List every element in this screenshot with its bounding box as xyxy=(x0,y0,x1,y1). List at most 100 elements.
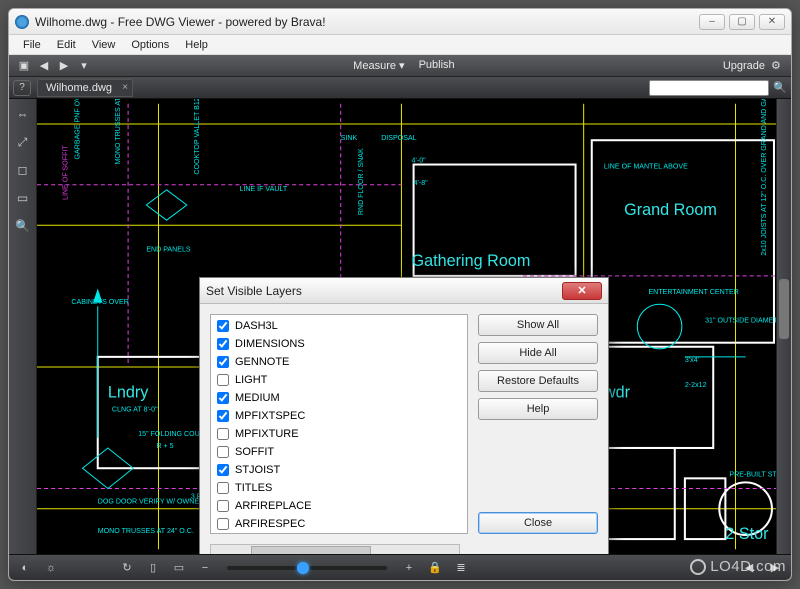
scrollbar-thumb[interactable] xyxy=(779,279,789,339)
svg-text:2x10 JOISTS AT 12" O.C. OVER G: 2x10 JOISTS AT 12" O.C. OVER GRAND AND G… xyxy=(760,99,768,256)
layer-checkbox[interactable] xyxy=(217,374,229,386)
layer-checkbox[interactable] xyxy=(217,518,229,530)
chevron-down-icon: ▾ xyxy=(399,60,405,72)
layer-checkbox[interactable] xyxy=(217,410,229,422)
close-button[interactable]: ✕ xyxy=(759,14,785,30)
svg-text:LINE OF SOFFIT: LINE OF SOFFIT xyxy=(61,145,69,200)
dropdown-icon[interactable]: ▾ xyxy=(75,58,93,74)
layer-label: SOFFIT xyxy=(235,446,274,458)
restore-defaults-button[interactable]: Restore Defaults xyxy=(478,370,598,392)
svg-text:CABINETS OVER: CABINETS OVER xyxy=(71,298,128,306)
layers-icon[interactable]: ≣ xyxy=(453,560,469,576)
zoom-in-icon[interactable]: + xyxy=(401,560,417,576)
svg-text:DOG DOOR VERIFY W/ OWNER: DOG DOOR VERIFY W/ OWNER xyxy=(98,498,204,506)
layer-row[interactable]: MPFIXTURE xyxy=(211,425,467,443)
pan-icon[interactable]: ⇔ xyxy=(14,105,32,123)
menu-view[interactable]: View xyxy=(84,37,124,53)
layer-row[interactable]: SOFFIT xyxy=(211,443,467,461)
layer-checkbox[interactable] xyxy=(217,464,229,476)
magnify-icon[interactable]: 🔍 xyxy=(14,217,32,235)
contrast-icon[interactable]: ◐ xyxy=(17,560,33,576)
hide-all-button[interactable]: Hide All xyxy=(478,342,598,364)
layers-listbox[interactable]: DASH3L DIMENSIONS GENNOTE LIGHTMEDIUM MPFIXT… xyxy=(210,314,468,534)
svg-text:DISPOSAL: DISPOSAL xyxy=(381,134,416,142)
layer-checkbox[interactable] xyxy=(217,338,229,350)
open-icon[interactable]: ▣ xyxy=(15,58,33,74)
layer-checkbox[interactable] xyxy=(217,320,229,332)
zoom-slider[interactable] xyxy=(227,566,387,570)
layer-checkbox[interactable] xyxy=(217,356,229,368)
dialog-title: Set Visible Layers xyxy=(206,284,562,298)
layer-checkbox[interactable] xyxy=(217,482,229,494)
region-icon[interactable]: ▭ xyxy=(14,189,32,207)
tab-close-icon[interactable]: × xyxy=(122,82,128,93)
zoom-slider-knob[interactable] xyxy=(297,562,309,574)
svg-text:LINE OF MANTEL ABOVE: LINE OF MANTEL ABOVE xyxy=(604,163,688,171)
dialog-help-button[interactable]: Help xyxy=(478,398,598,420)
svg-text:CLNG AT 8'-0": CLNG AT 8'-0" xyxy=(112,406,158,414)
close-dialog-button[interactable]: Close xyxy=(478,512,598,534)
gear-icon[interactable]: ⚙ xyxy=(771,59,785,73)
layer-checkbox[interactable] xyxy=(217,428,229,440)
svg-text:Lndry: Lndry xyxy=(108,383,149,401)
show-all-button[interactable]: Show All xyxy=(478,314,598,336)
svg-text:Gathering Room: Gathering Room xyxy=(412,252,531,270)
listbox-horizontal-scrollbar[interactable] xyxy=(210,544,460,554)
svg-text:GARBAGE PNF OVER: GARBAGE PNF OVER xyxy=(74,99,82,159)
zoom-out-icon[interactable]: − xyxy=(197,560,213,576)
search-input[interactable] xyxy=(649,80,769,96)
publish-button[interactable]: Publish xyxy=(419,59,455,72)
layer-row[interactable]: TITLES xyxy=(211,479,467,497)
svg-text:MONO TRUSSES AT 24" O.C.: MONO TRUSSES AT 24" O.C. xyxy=(98,527,194,535)
back-icon[interactable]: ◀ xyxy=(35,58,53,74)
menu-help[interactable]: Help xyxy=(177,37,216,53)
layer-checkbox[interactable] xyxy=(217,392,229,404)
forward-icon[interactable]: ▶ xyxy=(55,58,73,74)
layer-label: TITLES xyxy=(235,482,272,494)
brightness-icon[interactable]: ☼ xyxy=(43,560,59,576)
layer-row[interactable]: MPFIXTSPEC xyxy=(211,407,467,425)
layer-row[interactable]: ARFIREPLACE xyxy=(211,497,467,515)
minimize-button[interactable]: – xyxy=(699,14,725,30)
dialog-close-button[interactable]: ✕ xyxy=(562,282,602,300)
page-next-icon[interactable]: ▶ xyxy=(767,560,783,576)
layer-row[interactable]: STJOIST xyxy=(211,461,467,479)
fit-width-icon[interactable]: ▭ xyxy=(171,560,187,576)
select-icon[interactable]: ◻ xyxy=(14,161,32,179)
measure-button[interactable]: Measure ▾ xyxy=(353,59,404,72)
search-icon[interactable]: 🔍 xyxy=(773,81,787,95)
layer-row[interactable]: LIGHT xyxy=(211,371,467,389)
svg-text:LINE IF VAULT: LINE IF VAULT xyxy=(239,185,287,193)
page-prev-icon[interactable]: ◀ xyxy=(741,560,757,576)
lock-icon[interactable]: 🔒 xyxy=(427,560,443,576)
layer-label: GENNOTE xyxy=(235,356,289,368)
fit-page-icon[interactable]: ▯ xyxy=(145,560,161,576)
maximize-button[interactable]: ▢ xyxy=(729,14,755,30)
layer-row[interactable]: ARFIRESPEC xyxy=(211,515,467,533)
rotate-icon[interactable]: ↻ xyxy=(119,560,135,576)
layer-checkbox[interactable] xyxy=(217,500,229,512)
set-visible-layers-dialog: Set Visible Layers ✕ DASH3L DIMENSIONS GEN… xyxy=(199,277,609,554)
layer-label: STJOIST xyxy=(235,464,280,476)
help-icon[interactable]: ? xyxy=(13,80,31,96)
menu-file[interactable]: File xyxy=(15,37,49,53)
document-tab[interactable]: Wilhome.dwg × xyxy=(37,79,133,97)
vertical-scrollbar[interactable] xyxy=(776,99,791,554)
layer-label: DIMENSIONS xyxy=(235,338,305,350)
layer-label: MPFIXTURE xyxy=(235,428,299,440)
menu-edit[interactable]: Edit xyxy=(49,37,84,53)
zoom-icon[interactable]: ⤢ xyxy=(14,133,32,151)
menu-options[interactable]: Options xyxy=(123,37,177,53)
svg-text:SINK: SINK xyxy=(341,134,358,142)
menubar: File Edit View Options Help xyxy=(9,35,791,55)
layer-label: MPFIXTSPEC xyxy=(235,410,305,422)
layer-row[interactable]: DASH3L xyxy=(211,317,467,335)
dialog-titlebar[interactable]: Set Visible Layers ✕ xyxy=(200,278,608,304)
layer-checkbox[interactable] xyxy=(217,446,229,458)
svg-text:PRE-BUILT STAIR - SEE CROSS SE: PRE-BUILT STAIR - SEE CROSS SECTION xyxy=(729,470,776,478)
layer-row[interactable]: DIMENSIONS xyxy=(211,335,467,353)
scrollbar-thumb[interactable] xyxy=(251,546,371,554)
upgrade-button[interactable]: Upgrade xyxy=(723,60,765,72)
layer-row[interactable]: GENNOTE xyxy=(211,353,467,371)
layer-row[interactable]: MEDIUM xyxy=(211,389,467,407)
